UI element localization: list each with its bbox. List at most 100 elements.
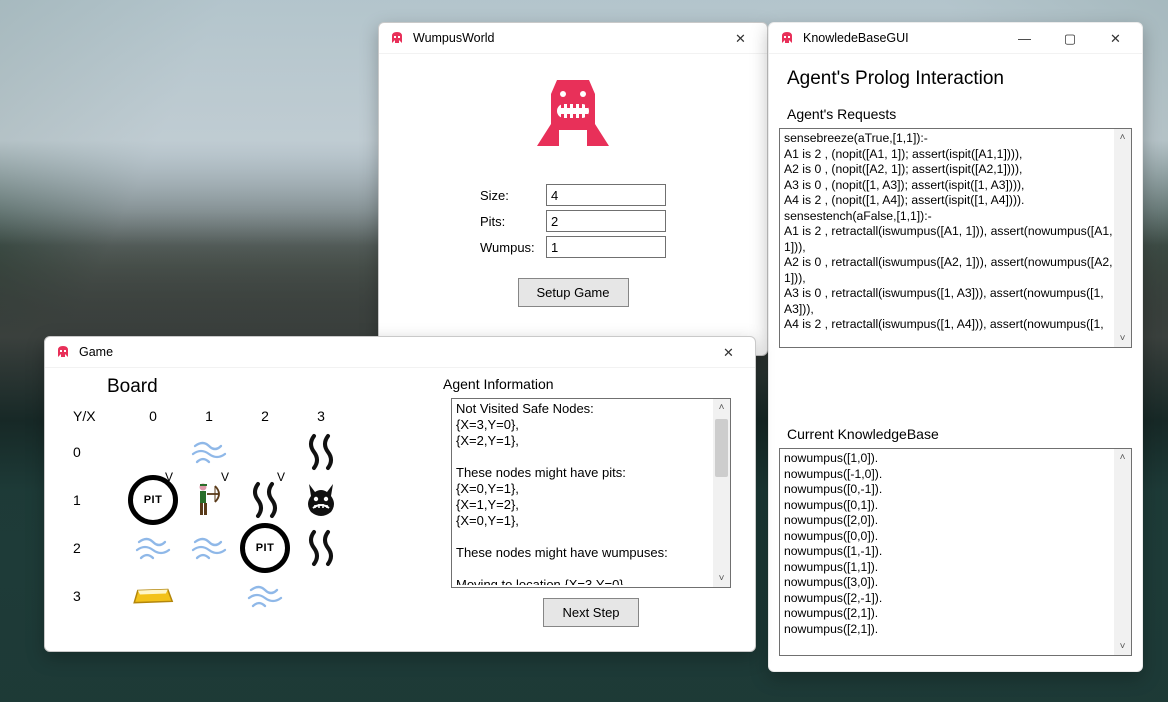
input-size[interactable] bbox=[546, 184, 666, 206]
titlebar[interactable]: WumpusWorld ✕ bbox=[379, 23, 767, 54]
cell-0-2 bbox=[237, 428, 293, 476]
scroll-down-icon[interactable]: ˅ bbox=[1114, 638, 1131, 655]
close-icon: ✕ bbox=[723, 346, 734, 359]
scroll-thumb[interactable] bbox=[715, 419, 728, 477]
cell-1-2: V bbox=[237, 476, 293, 524]
scroll-up-icon[interactable]: ˄ bbox=[713, 399, 730, 416]
scroll-down-icon[interactable]: ˅ bbox=[1114, 330, 1131, 347]
titlebar[interactable]: Game ✕ bbox=[45, 337, 755, 368]
label-wumpus: Wumpus: bbox=[480, 240, 546, 255]
cell-2-0 bbox=[125, 524, 181, 572]
row-header: 2 bbox=[67, 540, 125, 556]
stench-icon bbox=[306, 432, 336, 472]
breeze-icon bbox=[247, 582, 283, 610]
cell-1-3 bbox=[293, 476, 349, 524]
close-button[interactable]: ✕ bbox=[1093, 23, 1138, 53]
close-icon: ✕ bbox=[1110, 32, 1121, 45]
setup-game-button[interactable]: Setup Game bbox=[518, 278, 629, 307]
window-wumpusworld: WumpusWorld ✕ Size: bbox=[378, 22, 768, 356]
board-row: 0 bbox=[67, 428, 407, 476]
maximize-button[interactable]: ▢ bbox=[1047, 23, 1093, 53]
pit-icon: PIT bbox=[240, 523, 290, 573]
minimize-button[interactable]: — bbox=[1002, 23, 1047, 53]
stench-icon bbox=[250, 480, 280, 520]
kb-body: Agent's Prolog Interaction Agent's Reque… bbox=[769, 68, 1142, 656]
input-pits[interactable] bbox=[546, 210, 666, 232]
window-title: KnowledeBaseGUI bbox=[803, 31, 909, 45]
row-header: 3 bbox=[67, 588, 125, 604]
app-icon bbox=[55, 344, 71, 360]
col-header: 3 bbox=[293, 408, 349, 424]
textbox-agent-info[interactable]: Not Visited Safe Nodes: {X=3,Y=0}, {X=2,… bbox=[451, 398, 731, 588]
scrollbar[interactable]: ˄ ˅ bbox=[1114, 449, 1131, 655]
board-panel: Board Y/X 0 1 2 3 0 bbox=[45, 368, 441, 652]
agent-info-text: Not Visited Safe Nodes: {X=3,Y=0}, {X=2,… bbox=[456, 401, 713, 585]
titlebar[interactable]: KnowledeBaseGUI — ▢ ✕ bbox=[769, 23, 1142, 54]
cell-0-0 bbox=[125, 428, 181, 476]
row-header: 1 bbox=[67, 492, 125, 508]
requests-text: sensebreeze(aTrue,[1,1]):- A1 is 2 , (no… bbox=[784, 131, 1114, 345]
minimize-icon: — bbox=[1018, 32, 1031, 45]
label-agents-requests: Agent's Requests bbox=[787, 106, 1142, 122]
close-icon: ✕ bbox=[735, 32, 746, 45]
label-current-kb: Current KnowledgeBase bbox=[787, 426, 1142, 442]
wumpus-logo-icon bbox=[527, 74, 619, 160]
cell-3-0 bbox=[125, 572, 181, 620]
window-title: WumpusWorld bbox=[413, 31, 495, 45]
gold-icon bbox=[132, 583, 175, 608]
cell-2-2: PIT bbox=[237, 524, 293, 572]
visited-mark: V bbox=[277, 470, 285, 484]
label-agent-information: Agent Information bbox=[443, 376, 741, 392]
breeze-icon bbox=[191, 534, 227, 562]
close-button[interactable]: ✕ bbox=[706, 337, 751, 367]
desktop: { "setup": { "title": "WumpusWorld", "la… bbox=[0, 0, 1168, 702]
cell-1-0: V PIT bbox=[125, 476, 181, 524]
stench-icon bbox=[306, 528, 336, 568]
input-wumpus[interactable] bbox=[546, 236, 666, 258]
cell-2-3 bbox=[293, 524, 349, 572]
label-size: Size: bbox=[480, 188, 546, 203]
cell-0-1 bbox=[181, 428, 237, 476]
next-step-button[interactable]: Next Step bbox=[543, 598, 638, 627]
cell-3-1 bbox=[181, 572, 237, 620]
board-col-headers: Y/X 0 1 2 3 bbox=[67, 404, 407, 428]
col-header: 1 bbox=[181, 408, 237, 424]
scrollbar[interactable]: ˄ ˅ bbox=[1114, 129, 1131, 347]
textbox-current-kb[interactable]: nowumpus([1,0]). nowumpus([-1,0]). nowum… bbox=[779, 448, 1132, 656]
window-knowledgebase: KnowledeBaseGUI — ▢ ✕ Agent's Prolog Int… bbox=[768, 22, 1143, 672]
kb-text: nowumpus([1,0]). nowumpus([-1,0]). nowum… bbox=[784, 451, 1114, 653]
textbox-agents-requests[interactable]: sensebreeze(aTrue,[1,1]):- A1 is 2 , (no… bbox=[779, 128, 1132, 348]
cell-0-3 bbox=[293, 428, 349, 476]
board-row: 3 bbox=[67, 572, 407, 620]
board-row: 1 V PIT V bbox=[67, 476, 407, 524]
scroll-up-icon[interactable]: ˄ bbox=[1114, 449, 1131, 466]
col-header: 2 bbox=[237, 408, 293, 424]
cell-3-3 bbox=[293, 572, 349, 620]
scrollbar[interactable]: ˄ ˅ bbox=[713, 399, 730, 587]
setup-body: Size: Pits: Wumpus: Setup Game bbox=[379, 54, 767, 321]
hunter-icon bbox=[189, 480, 229, 520]
row-header: 0 bbox=[67, 444, 125, 460]
breeze-icon bbox=[135, 534, 171, 562]
cell-2-1 bbox=[181, 524, 237, 572]
col-header: 0 bbox=[125, 408, 181, 424]
wumpus-icon bbox=[303, 482, 339, 518]
window-game: Game ✕ Board Y/X 0 1 2 3 0 bbox=[44, 336, 756, 652]
scroll-up-icon[interactable]: ˄ bbox=[1114, 129, 1131, 146]
breeze-icon bbox=[191, 438, 227, 466]
close-button[interactable]: ✕ bbox=[718, 23, 763, 53]
visited-mark: V bbox=[165, 470, 173, 484]
app-icon bbox=[389, 30, 405, 46]
window-title: Game bbox=[79, 345, 113, 359]
header-prolog-interaction: Agent's Prolog Interaction bbox=[787, 68, 1142, 90]
maximize-icon: ▢ bbox=[1064, 32, 1076, 45]
board-title: Board bbox=[107, 376, 437, 398]
agent-panel: Agent Information Not Visited Safe Nodes… bbox=[441, 368, 755, 652]
app-icon bbox=[779, 30, 795, 46]
label-pits: Pits: bbox=[480, 214, 546, 229]
scroll-down-icon[interactable]: ˅ bbox=[713, 570, 730, 587]
board-row: 2 PIT bbox=[67, 524, 407, 572]
cell-3-2 bbox=[237, 572, 293, 620]
axis-label: Y/X bbox=[67, 408, 125, 424]
cell-1-1: V bbox=[181, 476, 237, 524]
